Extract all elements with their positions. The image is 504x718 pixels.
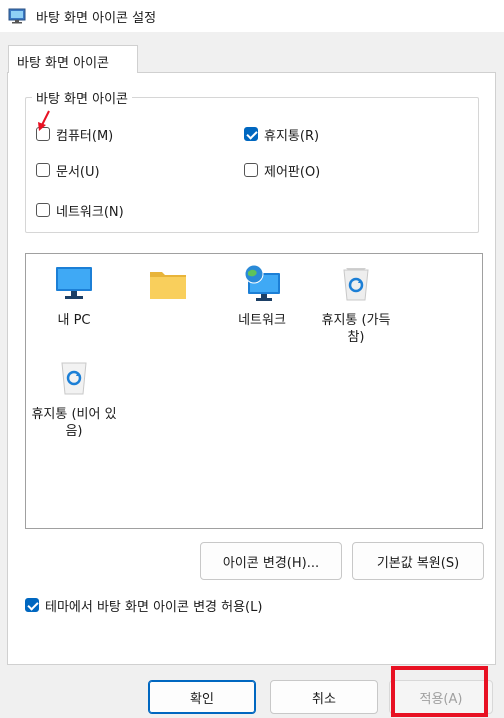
icon-list[interactable]: 내 PC 네트워크 휴지통 (가득 참) 휴지통 (비어 있음) [25, 253, 483, 529]
icon-item-folder[interactable] [123, 264, 213, 312]
checkbox-network[interactable]: 네트워크(N) [36, 200, 124, 220]
restore-default-button[interactable]: 기본값 복원(S) [352, 542, 484, 580]
window-title: 바탕 화면 아이콘 설정 [36, 11, 157, 26]
tab-label: 바탕 화면 아이콘 [17, 56, 109, 71]
apply-button[interactable]: 적용(A) [389, 680, 493, 714]
icon-label: 내 PC [57, 313, 91, 328]
icon-item-this-pc[interactable]: 내 PC [29, 264, 119, 329]
group-label: 바탕 화면 아이콘 [32, 88, 132, 107]
icon-item-recycle-bin-empty[interactable]: 휴지통 (비어 있음) [29, 358, 119, 440]
checkbox-box[interactable] [36, 203, 50, 217]
icon-item-network[interactable]: 네트워크 [217, 264, 307, 329]
ok-button[interactable]: 확인 [148, 680, 256, 714]
cancel-button[interactable]: 취소 [270, 680, 378, 714]
checkbox-box[interactable] [36, 163, 50, 177]
change-icon-button[interactable]: 아이콘 변경(H)... [200, 542, 342, 580]
red-arrow-icon [38, 110, 50, 131]
icon-label: 네트워크 [238, 313, 286, 328]
recycle-bin-empty-icon [61, 362, 87, 395]
network-globe-icon [244, 264, 280, 301]
checkbox-recycle-bin[interactable]: 휴지통(R) [244, 124, 319, 144]
checkbox-box[interactable] [244, 127, 258, 141]
folder-icon [150, 272, 186, 299]
monitor-icon [56, 267, 92, 299]
checkbox-box[interactable] [244, 163, 258, 177]
checkbox-control-panel[interactable]: 제어판(O) [244, 160, 320, 180]
recycle-bin-full-icon [343, 268, 369, 301]
checkbox-box[interactable] [25, 598, 39, 612]
icon-item-recycle-bin-full[interactable]: 휴지통 (가득 참) [311, 264, 401, 346]
icon-label: 휴지통 (가득 참) [321, 313, 391, 345]
checkbox-allow-themes[interactable]: 테마에서 바탕 화면 아이콘 변경 허용(L) [25, 595, 262, 615]
icon-label: 휴지통 (비어 있음) [31, 407, 117, 439]
title-bar: 바탕 화면 아이콘 설정 [0, 0, 504, 32]
tab-desktop-icons[interactable]: 바탕 화면 아이콘 [8, 45, 138, 73]
display-settings-icon [8, 8, 26, 24]
checkbox-documents[interactable]: 문서(U) [36, 160, 100, 180]
